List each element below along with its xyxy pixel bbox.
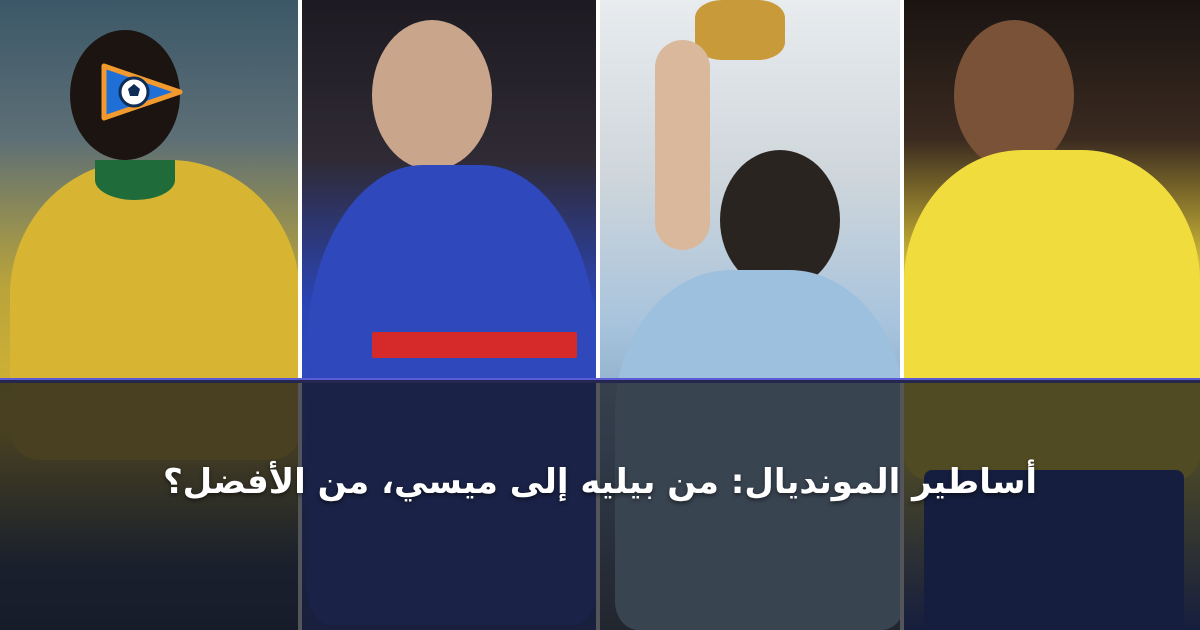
player-head (954, 20, 1074, 170)
headline-overlay (0, 380, 1200, 630)
play-ball-logo-icon (101, 63, 183, 121)
headline: أساطير المونديال: من بيليه إلى ميسي، من … (162, 462, 1038, 502)
jersey-stripe (372, 332, 577, 358)
article-card: أساطير المونديال: من بيليه إلى ميسي، من … (0, 0, 1200, 630)
jersey-collar (95, 160, 175, 200)
trophy (695, 0, 785, 60)
player-head (372, 20, 492, 170)
player-head (720, 150, 840, 290)
raised-arm (655, 40, 710, 250)
